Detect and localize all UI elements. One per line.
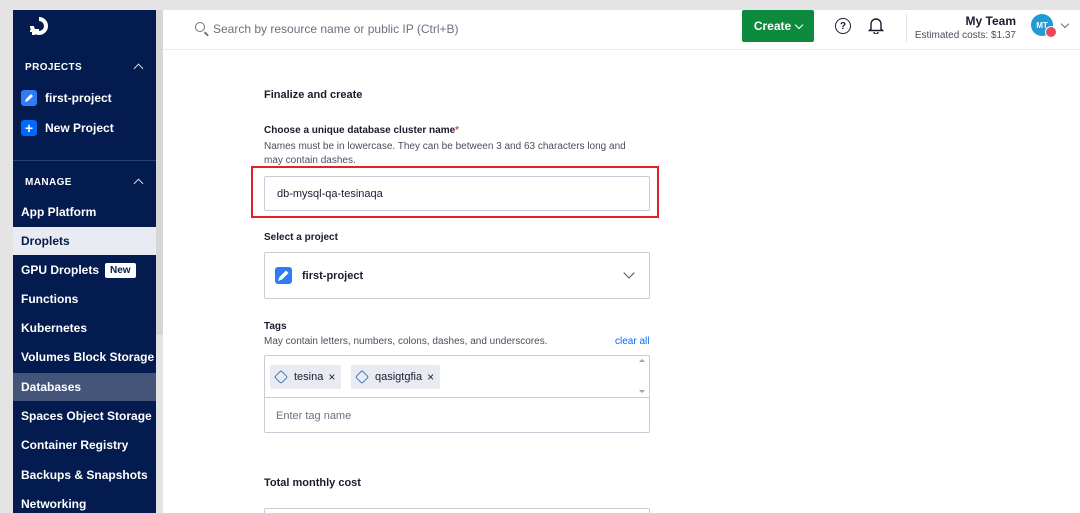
tags-help: May contain letters, numbers, colons, da… — [264, 336, 548, 347]
pencil-icon — [275, 267, 292, 284]
tags-list: tesina × qasigtgfia × — [265, 356, 649, 398]
sidebar-item-volumes[interactable]: Volumes Block Storage — [13, 343, 156, 371]
account-chevron-down-icon[interactable] — [1060, 19, 1070, 29]
sidebar-item-label: Container Registry — [21, 438, 129, 452]
sidebar-item-container-registry[interactable]: Container Registry — [13, 431, 156, 459]
sidebar-item-droplets[interactable]: Droplets — [13, 227, 156, 255]
sidebar-item-label: GPU Droplets — [21, 263, 100, 277]
scroll-up-icon[interactable] — [639, 359, 645, 362]
sidebar-item-label: Networking — [21, 497, 87, 511]
tag-chip: tesina × — [270, 365, 342, 389]
sidebar-item-databases[interactable]: Databases — [13, 373, 156, 401]
digitalocean-logo-icon[interactable] — [27, 14, 51, 38]
project-select[interactable]: first-project — [264, 252, 650, 299]
tag-name-input[interactable] — [265, 399, 649, 432]
manage-collapse-chevron-icon[interactable] — [133, 178, 144, 189]
chevron-down-icon — [623, 267, 635, 279]
cost-summary-box — [264, 508, 650, 513]
cluster-name-input[interactable] — [264, 176, 650, 211]
manage-header: MANAGE — [25, 177, 72, 188]
sidebar-item-label: Spaces Object Storage — [21, 409, 152, 423]
sidebar-item-functions[interactable]: Functions — [13, 285, 156, 313]
tag-icon — [273, 369, 289, 385]
sidebar-item-label: Droplets — [21, 234, 70, 248]
project-label: Select a project — [264, 232, 338, 243]
total-monthly-cost-title: Total monthly cost — [264, 477, 361, 489]
projects-collapse-chevron-icon[interactable] — [133, 63, 144, 74]
sidebar-new-project-label: New Project — [45, 121, 114, 135]
team-name[interactable]: My Team — [966, 14, 1016, 28]
sidebar-scrollbar[interactable] — [156, 10, 163, 335]
cluster-name-help-line-2: may contain dashes. — [264, 155, 356, 166]
cluster-name-help-line-1: Names must be in lowercase. They can be … — [264, 141, 626, 152]
tag-chip: qasigtgfia × — [351, 365, 441, 389]
sidebar-item-backups[interactable]: Backups & Snapshots — [13, 461, 156, 489]
topbar-divider — [906, 14, 907, 42]
help-icon[interactable]: ? — [835, 18, 851, 34]
sidebar-item-label: Databases — [21, 380, 82, 394]
sidebar-item-label: App Platform — [21, 205, 97, 219]
clear-all-link[interactable]: clear all — [615, 336, 649, 347]
sidebar-project-label: first-project — [45, 91, 112, 105]
remove-tag-icon[interactable]: × — [328, 370, 335, 384]
sidebar-item-label: Functions — [21, 292, 79, 306]
sidebar-item-label: Backups & Snapshots — [21, 468, 148, 482]
cluster-name-label: Choose a unique database cluster name* — [264, 125, 460, 136]
sidebar-item-gpu-droplets[interactable]: GPU Droplets New — [13, 256, 156, 284]
sidebar-item-networking[interactable]: Networking — [13, 490, 156, 513]
bell-icon[interactable] — [868, 16, 884, 34]
main-content: Create ? My Team Estimated costs: $1.37 … — [163, 10, 1080, 513]
tags-label: Tags — [264, 321, 287, 332]
finalize-title: Finalize and create — [264, 89, 363, 101]
scroll-down-icon[interactable] — [639, 390, 645, 393]
plus-icon: + — [21, 120, 37, 136]
sidebar-item-kubernetes[interactable]: Kubernetes — [13, 314, 156, 342]
sidebar-divider — [13, 160, 156, 161]
top-bar: Create ? My Team Estimated costs: $1.37 … — [163, 10, 1080, 50]
tag-label: qasigtgfia — [375, 371, 423, 383]
sidebar-item-label: Kubernetes — [21, 321, 88, 335]
tag-label: tesina — [294, 371, 324, 383]
avatar-status-icon — [1045, 26, 1057, 38]
chevron-down-icon — [794, 20, 804, 29]
sidebar-new-project[interactable]: + New Project — [21, 118, 114, 138]
search-input[interactable] — [213, 19, 613, 39]
required-asterisk: * — [455, 125, 460, 136]
new-badge: New — [105, 262, 136, 278]
sidebar-project-first-project[interactable]: first-project — [21, 88, 112, 108]
pencil-icon — [21, 90, 37, 106]
tags-field: tesina × qasigtgfia × — [264, 355, 650, 433]
estimated-costs: Estimated costs: $1.37 — [914, 30, 1016, 41]
remove-tag-icon[interactable]: × — [427, 370, 434, 384]
sidebar: PROJECTS first-project + New Project MAN… — [13, 10, 156, 513]
tag-icon — [354, 369, 370, 385]
projects-header: PROJECTS — [25, 62, 83, 73]
create-button[interactable]: Create — [742, 10, 814, 42]
sidebar-item-spaces[interactable]: Spaces Object Storage — [13, 402, 156, 430]
sidebar-item-label: Volumes Block Storage — [21, 350, 155, 364]
create-button-label: Create — [753, 19, 792, 33]
project-select-value: first-project — [302, 269, 364, 282]
sidebar-item-app-platform[interactable]: App Platform — [13, 198, 156, 226]
search-icon — [195, 22, 205, 32]
